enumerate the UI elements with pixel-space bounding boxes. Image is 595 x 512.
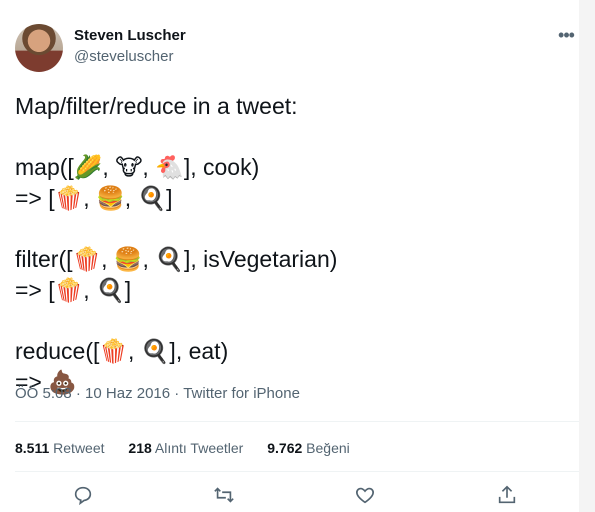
tweet-date[interactable]: 10 Haz 2016 [85,385,170,402]
action-bar [0,480,579,512]
tweet-line: => [🍿, 🍔, 🍳] [15,185,173,211]
tweet-text: Map/filter/reduce in a tweet: map([🌽, 🐮,… [15,91,337,398]
scrollbar-thumb[interactable] [584,0,590,512]
tweet-line: => [🍿, 🍳] [15,277,132,303]
tweet-line: Map/filter/reduce in a tweet: [15,93,298,119]
more-options-icon[interactable]: ••• [556,26,576,48]
scrollbar[interactable] [579,0,595,512]
divider [15,421,579,422]
tweet-meta: ÖÖ 5:08 · 10 Haz 2016 · Twitter for iPho… [15,385,300,402]
meta-separator: · [71,385,86,402]
author-name[interactable]: Steven Luscher [74,27,186,44]
tweet-line: map([🌽, 🐮, 🐔], cook) [15,154,260,180]
retweet-icon[interactable] [213,484,239,510]
divider [15,471,579,472]
tweet-time[interactable]: ÖÖ 5:08 [15,385,72,402]
avatar[interactable] [15,24,63,72]
tweet-card: Steven Luscher @steveluscher ••• Map/fil… [0,0,579,512]
like-icon[interactable] [354,484,380,510]
author-handle[interactable]: @steveluscher [74,48,173,65]
tweet-stats: 8.511 Retweet 218 Alıntı Tweetler 9.762 … [15,440,370,456]
likes-stat[interactable]: 9.762 Beğeni [267,440,350,456]
tweet-line: filter([🍿, 🍔, 🍳], isVegetarian) [15,246,338,272]
meta-separator: · [170,385,184,402]
share-icon[interactable] [496,484,522,510]
reply-icon[interactable] [72,484,98,510]
quotes-stat[interactable]: 218 Alıntı Tweetler [128,440,243,456]
retweets-stat[interactable]: 8.511 Retweet [15,440,105,456]
tweet-source[interactable]: Twitter for iPhone [183,385,300,402]
tweet-line: reduce([🍿, 🍳], eat) [15,338,229,364]
